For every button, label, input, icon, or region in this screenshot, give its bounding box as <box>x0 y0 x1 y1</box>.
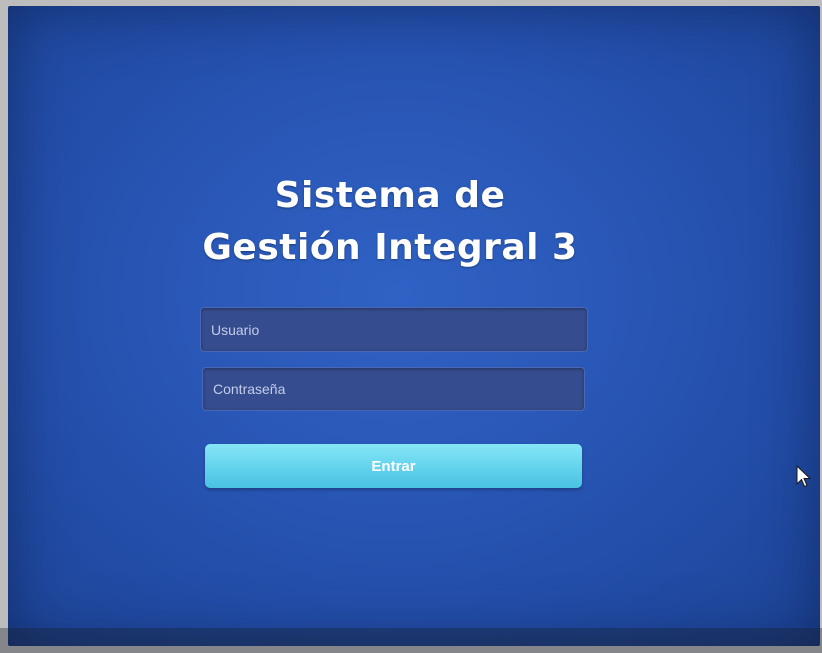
title-line-2: Gestión Integral 3 <box>202 227 578 268</box>
page-title: Sistema de Gestión Integral 3 <box>170 170 610 274</box>
mouse-pointer-icon <box>796 465 812 488</box>
title-line-1: Sistema de <box>274 175 506 216</box>
login-button[interactable]: Entrar <box>205 444 582 488</box>
username-input[interactable] <box>200 307 588 352</box>
screen-bezel-shadow <box>0 628 822 653</box>
password-input[interactable] <box>202 367 585 411</box>
